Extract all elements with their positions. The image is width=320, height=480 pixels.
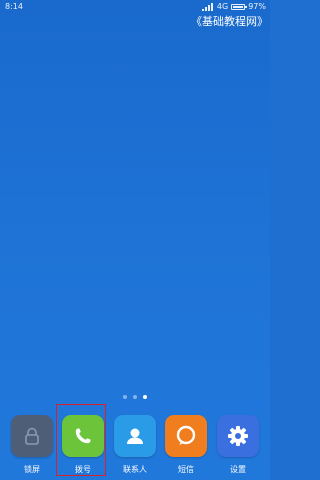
app-label: 联系人 [123, 465, 147, 474]
status-bar: 8:14 4G 97% [0, 0, 270, 14]
status-time: 8:14 [5, 2, 23, 11]
battery-percent: 97% [248, 2, 266, 11]
app-label: 设置 [230, 465, 246, 474]
app-settings[interactable]: 设置 [216, 415, 260, 475]
app-messages[interactable]: 短信 [164, 415, 208, 475]
signal-icon [201, 3, 214, 11]
page-dot[interactable] [123, 395, 127, 399]
gear-icon [217, 415, 259, 457]
app-lock-screen[interactable]: 锁屏 [10, 415, 54, 475]
page-dot[interactable] [143, 395, 147, 399]
network-type: 4G [216, 2, 229, 11]
highlight-box [56, 404, 106, 476]
lock-icon [11, 415, 53, 457]
app-label: 短信 [178, 465, 194, 474]
page-dot[interactable] [133, 395, 137, 399]
home-screen: 8:14 4G 97% 《基础教程网》 锁屏 拨号 联系人 短信 设置 [0, 0, 270, 480]
battery-icon [231, 4, 248, 10]
watermark-text: 《基础教程网》 [191, 15, 268, 28]
app-label: 锁屏 [24, 465, 40, 474]
status-indicators: 4G 97% [201, 0, 266, 14]
message-icon [165, 415, 207, 457]
page-indicator [0, 395, 270, 399]
dock: 锁屏 拨号 联系人 短信 设置 [0, 412, 270, 480]
app-contacts[interactable]: 联系人 [113, 415, 157, 475]
contact-icon [114, 415, 156, 457]
